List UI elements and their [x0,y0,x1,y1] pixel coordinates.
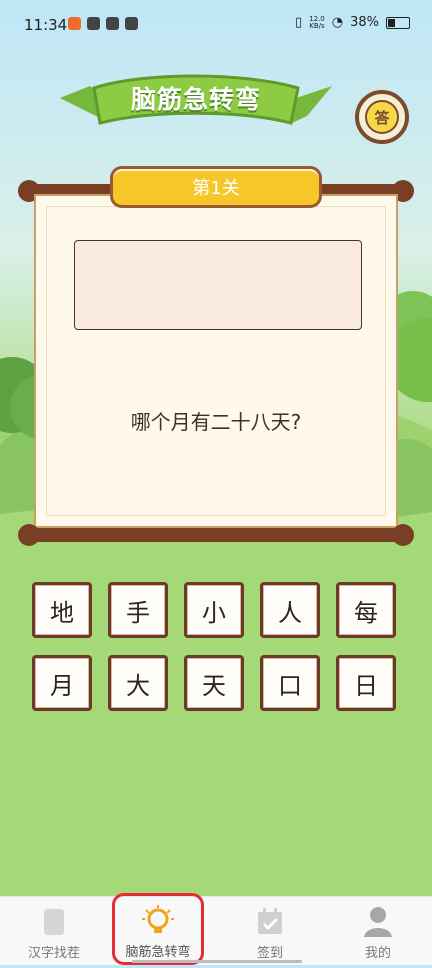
title-banner: 脑筋急转弯 [60,68,332,140]
level-badge: 第1关 [110,166,322,208]
play-notification-icon [125,17,138,30]
choice-tile[interactable]: 手 [108,582,168,638]
status-right-icons: ▯ 12.0 KB/s ◔ 38% [295,15,410,30]
board-bottom-rod [22,528,410,542]
answer-input-box[interactable] [74,240,362,330]
video-notification-icon [87,17,100,30]
page-title: 脑筋急转弯 [130,85,261,114]
nav-item-my[interactable]: 我的 [324,897,432,965]
bottom-navigation: 汉字找茬 脑筋急转弯 签到 我的 [0,893,432,965]
battery-icon [386,16,410,29]
status-notification-icons [68,17,138,30]
choice-tile[interactable]: 口 [260,655,320,711]
choice-tile[interactable]: 人 [260,582,320,638]
question-board: 第1关 哪个月有二十八天? [18,166,414,552]
character-choice-grid: 地 手 小 人 每 月 大 天 口 日 [32,582,402,711]
level-title: 第1关 [192,178,240,199]
nav-label: 签到 [256,946,283,961]
vibrate-icon: ▯ [295,15,303,30]
battery-percent: 38% [350,15,379,30]
answer-button[interactable]: 答 [355,90,409,144]
status-time: 11:34 [24,16,68,34]
choice-tile[interactable]: 日 [336,655,396,711]
wifi-icon: ◔ [331,15,344,30]
choice-tile[interactable]: 天 [184,655,244,711]
nav-label: 汉字找茬 [27,946,80,961]
nav-item-brain-teaser[interactable]: 脑筋急转弯 [112,893,204,965]
choice-tile[interactable]: 地 [32,582,92,638]
lightbulb-icon [141,904,175,938]
rod-end-right-bottom-icon [392,524,414,546]
nav-label: 脑筋急转弯 [125,945,191,960]
status-bar: 11:34 ▯ 12.0 KB/s ◔ 38% [0,0,432,52]
nav-label: 我的 [364,946,391,961]
document-icon [37,905,71,939]
choice-tile[interactable]: 月 [32,655,92,711]
message-notification-icon [106,17,119,30]
nav-item-hanzi-find[interactable]: 汉字找茬 [0,897,108,965]
calendar-check-icon [253,905,287,939]
choice-tile[interactable]: 大 [108,655,168,711]
question-text: 哪个月有二十八天? [130,410,302,434]
choice-tile[interactable]: 小 [184,582,244,638]
person-icon [361,905,395,939]
network-speed: 12.0 KB/s [309,14,325,30]
home-indicator [132,960,302,963]
nav-item-sign-in[interactable]: 签到 [216,897,324,965]
answer-icon: 答 [365,100,399,134]
app-notification-icon [68,17,81,30]
choice-tile[interactable]: 每 [336,582,396,638]
rod-end-left-bottom-icon [18,524,40,546]
